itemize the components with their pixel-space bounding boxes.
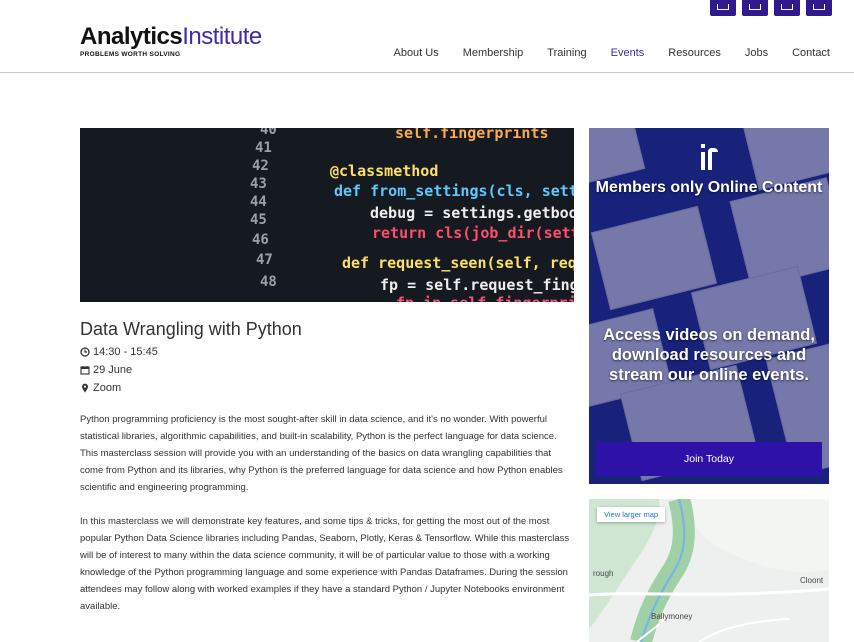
promo-body: Access videos on demand, download resour… <box>603 326 815 384</box>
view-larger-map-link[interactable]: View larger map <box>597 507 666 522</box>
line-number: 42 <box>252 158 269 174</box>
site-header: AnalyticsInstitute PROBLEMS WORTH SOLVIN… <box>0 0 854 73</box>
map-label: Cloont <box>800 576 824 585</box>
logo-light-text: Institute <box>182 23 262 50</box>
members-promo-banner[interactable]: Members only Online Content Access video… <box>589 128 829 484</box>
site-logo[interactable]: AnalyticsInstitute PROBLEMS WORTH SOLVIN… <box>80 23 262 59</box>
map-label: Ballymoney <box>651 612 693 621</box>
nav-training[interactable]: Training <box>547 47 586 59</box>
event-description-paragraph: Python programming proficiency is the mo… <box>80 414 563 493</box>
event-time-text: 14:30 - 15:45 <box>93 346 158 358</box>
nav-events[interactable]: Events <box>611 47 645 59</box>
map-marker-icon <box>80 383 90 393</box>
code-line: @classmethod <box>330 162 439 180</box>
code-line: self.fingerprints <box>395 128 549 142</box>
nav-resources[interactable]: Resources <box>668 47 721 59</box>
event-description-paragraph: In this masterclass we will demonstrate … <box>80 516 570 612</box>
line-number: 47 <box>256 252 273 268</box>
clock-icon <box>80 347 90 357</box>
line-number: 46 <box>252 232 269 248</box>
event-title: Data Wrangling with Python <box>80 319 302 339</box>
line-number: 41 <box>255 140 272 156</box>
event-date-text: 29 June <box>93 364 133 376</box>
code-line: fp in self.fingerpri <box>396 294 574 302</box>
code-line: return cls(job_dir(setti <box>372 224 574 242</box>
event-location: Zoom <box>80 382 121 394</box>
nav-contact[interactable]: Contact <box>792 47 830 59</box>
line-number: 40 <box>260 128 277 138</box>
institute-logo-icon <box>701 144 719 170</box>
promo-heading: Members only Online Content <box>595 179 823 196</box>
event-time: 14:30 - 15:45 <box>80 346 158 358</box>
nav-jobs[interactable]: Jobs <box>745 47 768 59</box>
calendar-icon <box>80 365 90 375</box>
map-label: rough <box>593 569 614 578</box>
logo-bold-text: Analytics <box>80 23 183 50</box>
main-nav: About Us Membership Training Events Reso… <box>369 47 830 59</box>
location-map[interactable]: View larger map rough Cloont Ballymoney <box>589 499 829 642</box>
line-number: 48 <box>260 274 277 290</box>
code-line: fp = self.request_finge <box>380 276 574 294</box>
join-today-button[interactable]: Join Today <box>596 442 822 476</box>
event-hero-image: 40 41 42 43 44 45 46 47 48 self.fingerpr… <box>80 128 574 302</box>
nav-membership[interactable]: Membership <box>463 47 524 59</box>
nav-about-us[interactable]: About Us <box>393 47 438 59</box>
code-line: def request_seen(self, reque <box>342 254 574 272</box>
line-number: 45 <box>250 212 267 228</box>
code-line: debug = settings.getbool <box>370 204 574 222</box>
event-location-text: Zoom <box>93 382 122 394</box>
event-date: 29 June <box>80 364 132 376</box>
line-number: 44 <box>250 194 267 210</box>
logo-tagline: PROBLEMS WORTH SOLVING <box>80 51 181 58</box>
line-number: 43 <box>250 176 267 192</box>
code-line: def from_settings(cls, setti <box>334 182 574 200</box>
page: AnalyticsInstitute PROBLEMS WORTH SOLVIN… <box>0 0 854 642</box>
